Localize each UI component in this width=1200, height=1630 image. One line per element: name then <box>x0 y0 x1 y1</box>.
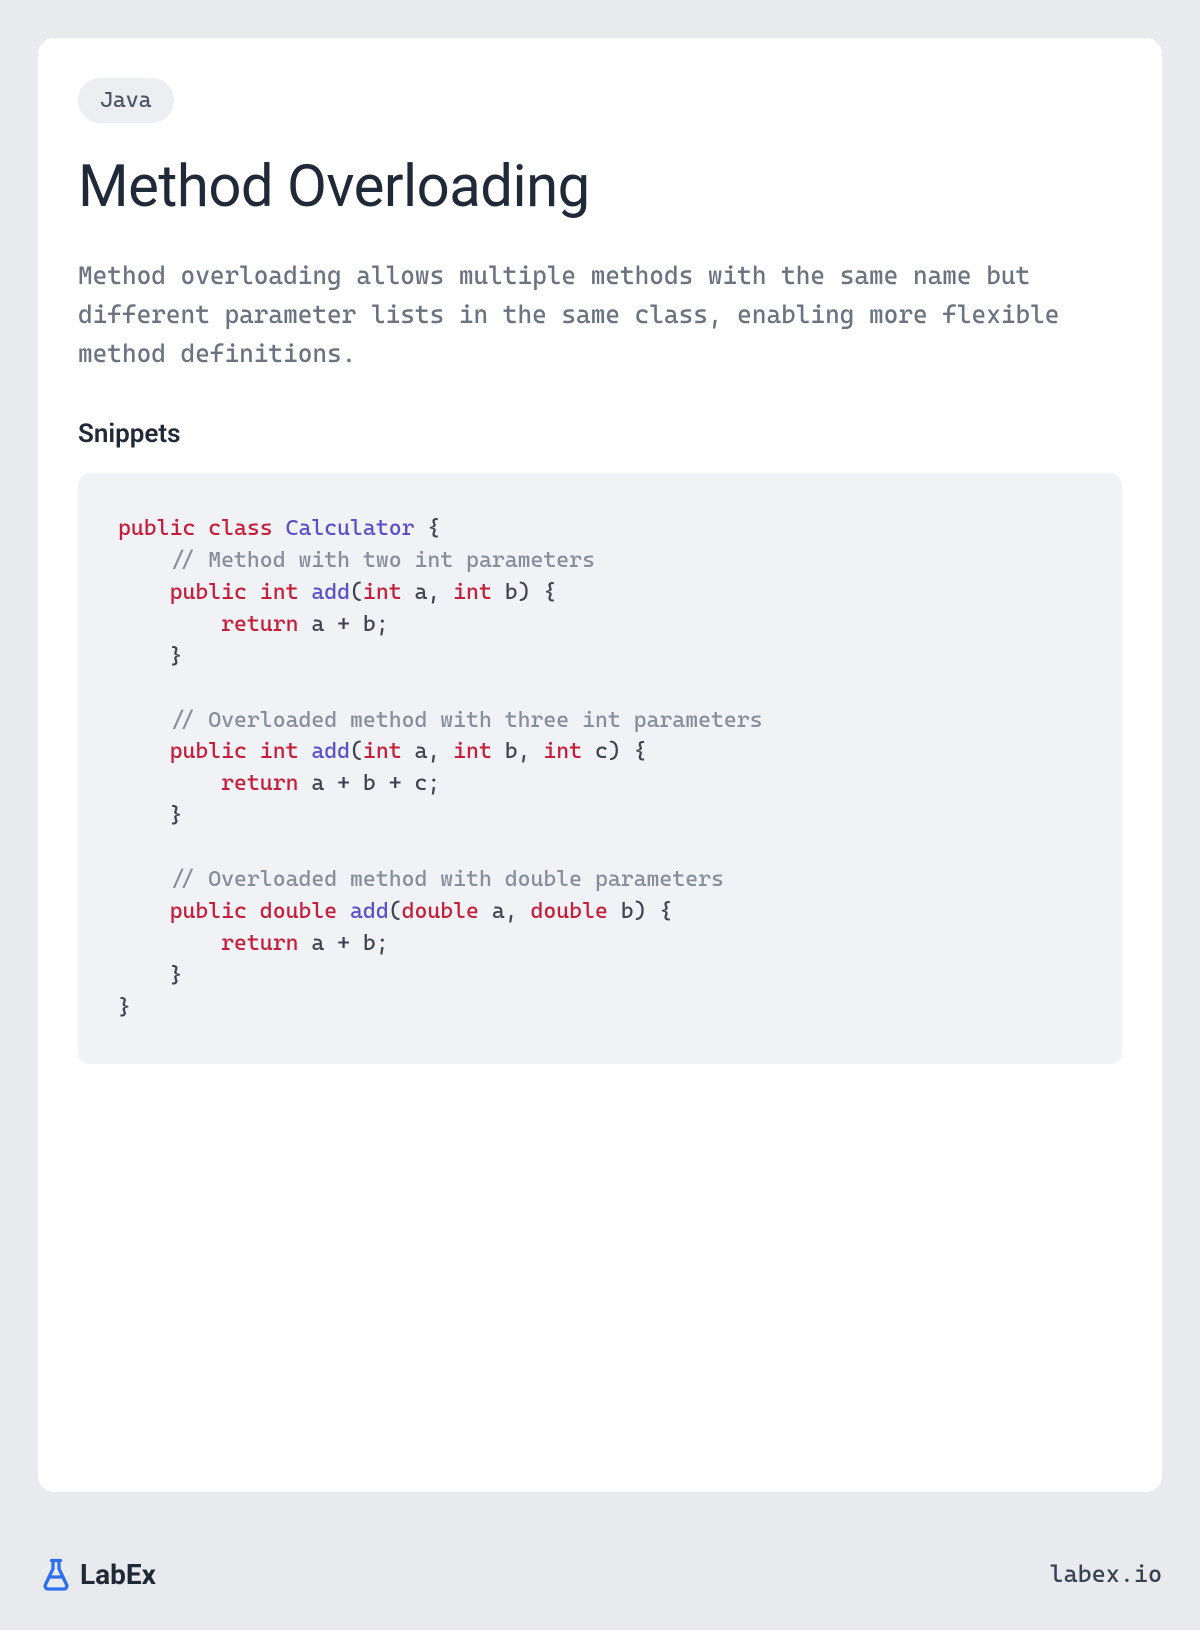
code-token: int <box>453 739 492 764</box>
code-token: ( <box>350 739 363 764</box>
flask-icon <box>38 1556 74 1592</box>
code-token: ) <box>518 580 531 605</box>
code-token: int <box>260 739 299 764</box>
code-token: int <box>543 739 582 764</box>
code-token: a, <box>402 580 454 605</box>
code-token: } <box>118 995 131 1020</box>
code-token: ) <box>634 899 647 924</box>
code-token: int <box>363 580 402 605</box>
code-token: return <box>221 931 298 956</box>
page-title: Method Overloading <box>78 153 1122 221</box>
snippets-heading: Snippets <box>78 419 1122 449</box>
code-token: ( <box>389 899 402 924</box>
code-token: } <box>170 963 183 988</box>
code-token: public <box>170 580 247 605</box>
code-token: // Overloaded method with double paramet… <box>170 867 724 892</box>
content-card: Java Method Overloading Method overloadi… <box>38 38 1162 1492</box>
code-token: } <box>170 644 183 669</box>
code-token: a + b; <box>298 931 388 956</box>
code-token: double <box>531 899 608 924</box>
footer: LabEx labex.io <box>38 1556 1162 1592</box>
code-snippet: public class Calculator { // Method with… <box>78 473 1122 1063</box>
description-text: Method overloading allows multiple metho… <box>78 257 1122 373</box>
code-token: public <box>170 899 247 924</box>
code-token: public <box>118 516 195 541</box>
code-token: int <box>260 580 299 605</box>
code-token: ( <box>350 580 363 605</box>
code-token: b <box>608 899 634 924</box>
code-token: ) <box>608 739 621 764</box>
code-token: return <box>221 771 298 796</box>
code-token: public <box>170 739 247 764</box>
logo: LabEx <box>38 1556 156 1592</box>
code-token: { <box>621 739 647 764</box>
code-token: add <box>311 739 350 764</box>
code-token: { <box>647 899 673 924</box>
code-token: a, <box>402 739 454 764</box>
code-token: int <box>453 580 492 605</box>
code-token: a, <box>479 899 531 924</box>
language-tag: Java <box>78 78 174 123</box>
code-token: { <box>531 580 557 605</box>
code-token: a + b; <box>298 612 388 637</box>
code-token: double <box>402 899 479 924</box>
site-url: labex.io <box>1050 1560 1163 1588</box>
code-token: // Method with two int parameters <box>170 548 595 573</box>
code-token: int <box>363 739 402 764</box>
code-token: return <box>221 612 298 637</box>
code-token: b, <box>492 739 544 764</box>
code-token: c <box>582 739 608 764</box>
code-token: a + b + c; <box>298 771 440 796</box>
code-token: { <box>414 516 440 541</box>
code-token: // Overloaded method with three int para… <box>170 708 763 733</box>
code-token: double <box>260 899 337 924</box>
logo-text: LabEx <box>80 1558 156 1591</box>
code-token: add <box>311 580 350 605</box>
code-token: b <box>492 580 518 605</box>
code-token: Calculator <box>286 516 415 541</box>
code-token: class <box>208 516 272 541</box>
code-token: } <box>170 803 183 828</box>
code-token: add <box>350 899 389 924</box>
